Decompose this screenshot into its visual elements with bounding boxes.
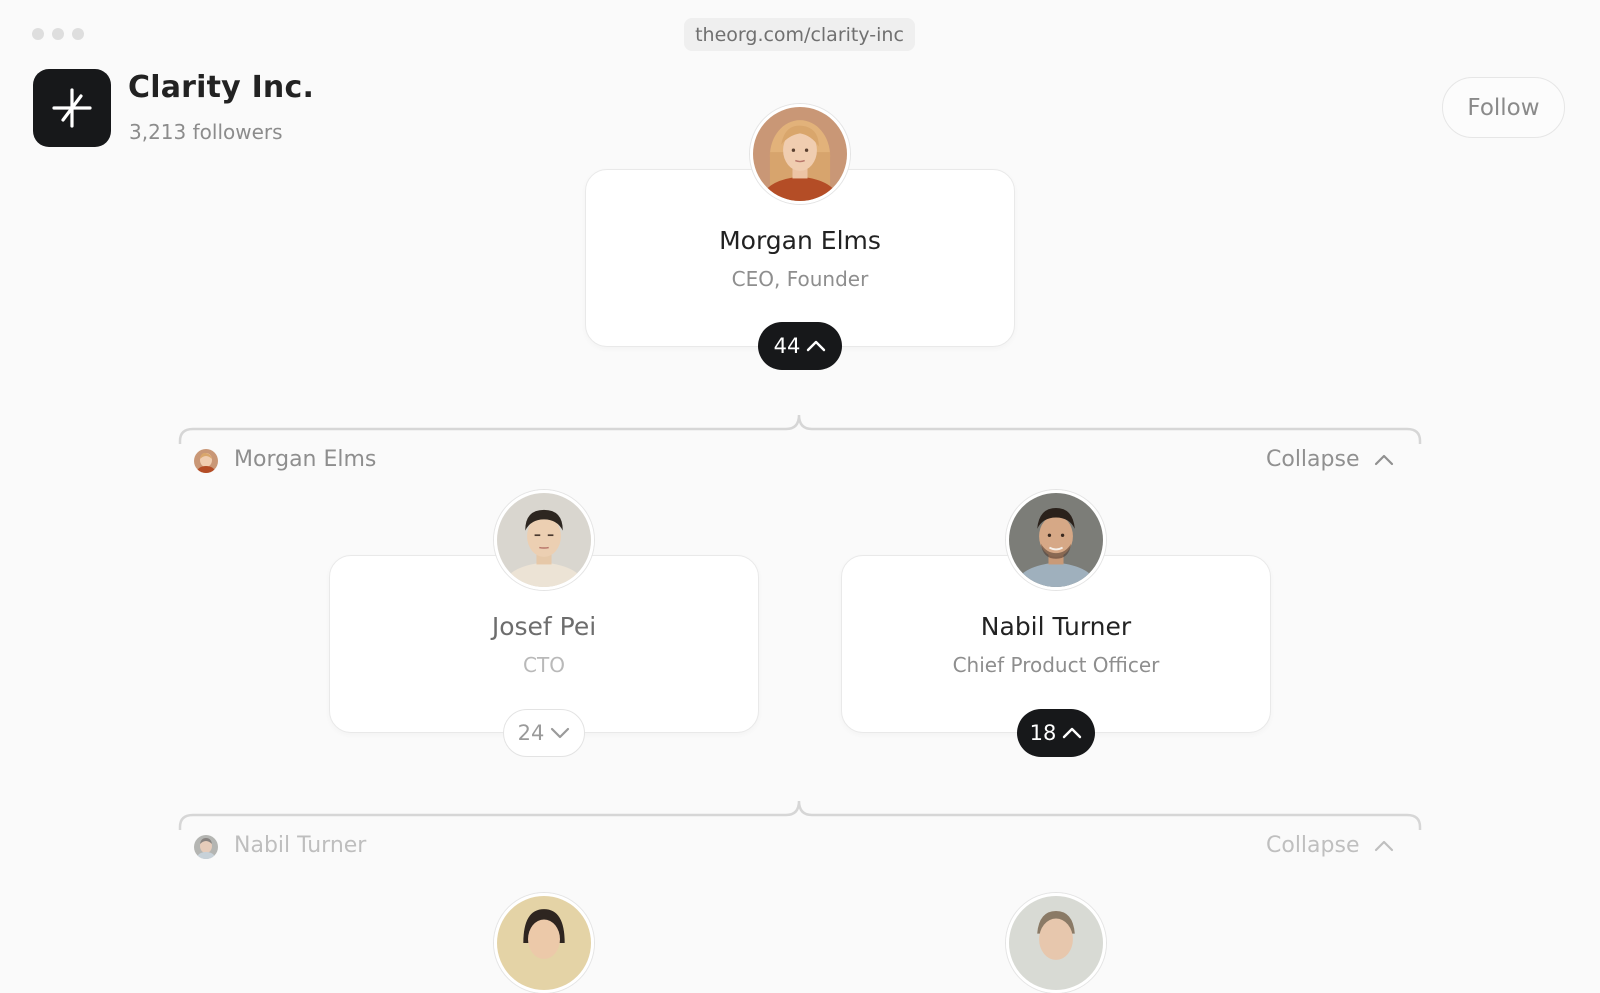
person-role: Chief Product Officer [952,653,1160,677]
chevron-down-icon [551,727,570,739]
person-photo [497,493,591,587]
person-photo [753,107,847,201]
group-manager-name: Nabil Turner [234,833,367,858]
collapse-label: Collapse [1266,833,1360,858]
person-role: CTO [523,653,565,677]
person-name: Nabil Turner [980,612,1132,641]
chevron-up-icon [1374,454,1393,465]
person-name: Morgan Elms [719,226,881,255]
reports-toggle-cto[interactable]: 24 [503,709,585,757]
person-role: CEO, Founder [731,267,869,291]
person-name: Josef Pei [491,612,597,641]
reports-count: 18 [1029,721,1057,745]
reports-count: 44 [773,334,801,358]
collapse-label: Collapse [1266,447,1360,472]
avatar-next-level-right[interactable] [1006,893,1106,993]
reports-toggle-cpo[interactable]: 18 [1017,709,1095,757]
avatar-cto[interactable] [494,490,594,590]
collapse-button[interactable]: Collapse [1266,447,1394,472]
reports-count: 24 [517,721,545,745]
avatar-next-level-left[interactable] [494,893,594,993]
person-photo [1009,493,1103,587]
avatar-ceo[interactable] [750,104,850,204]
chevron-up-icon [807,340,826,352]
chevron-up-icon [1374,840,1393,851]
group-manager-name: Morgan Elms [234,447,377,472]
reports-toggle-ceo[interactable]: 44 [758,322,842,370]
person-photo [497,896,591,990]
collapse-button[interactable]: Collapse [1266,833,1394,858]
group-manager-avatar [194,835,218,859]
chevron-up-icon [1063,727,1082,739]
person-photo [1009,896,1103,990]
avatar-cpo[interactable] [1006,490,1106,590]
group-manager-avatar [194,449,218,473]
